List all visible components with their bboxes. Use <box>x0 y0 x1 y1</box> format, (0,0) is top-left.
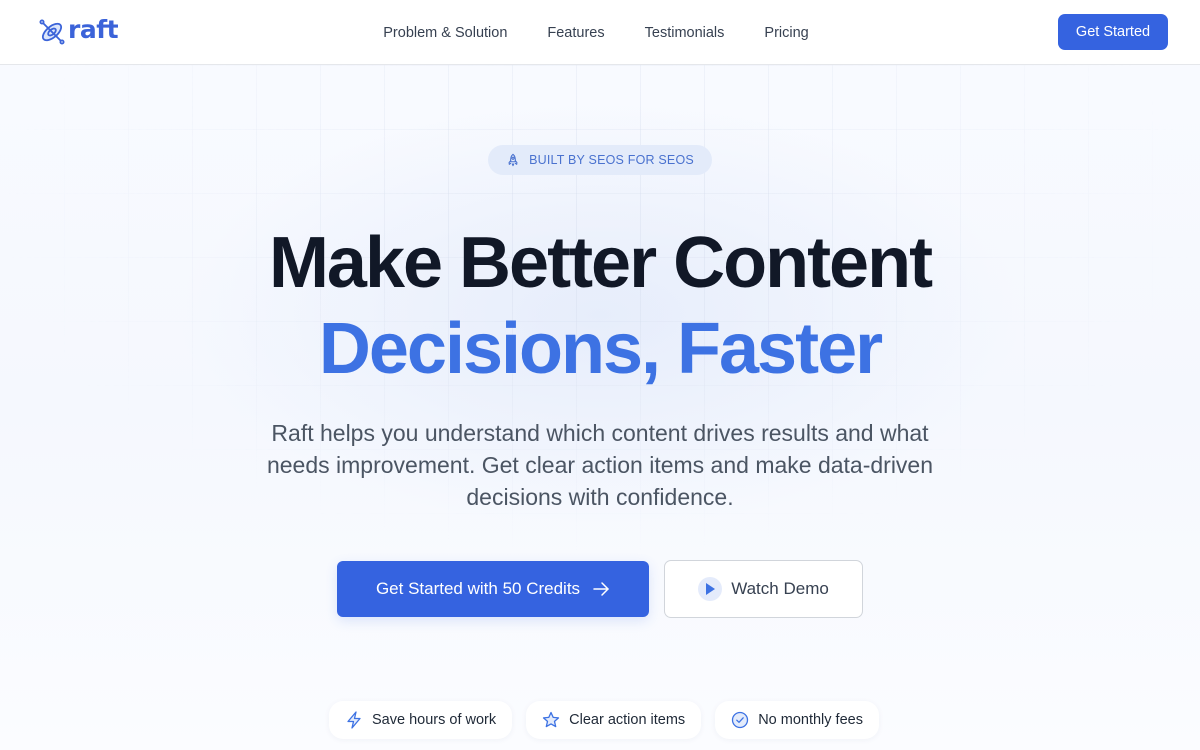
arrow-right-icon <box>593 582 609 596</box>
rocket-icon <box>508 153 518 167</box>
kayak-icon <box>39 19 65 45</box>
nav-link-testimonials[interactable]: Testimonials <box>645 25 725 41</box>
hero-headline: Make Better Content Decisions, Faster <box>0 220 1200 392</box>
feature-item-save-hours: Save hours of work <box>329 701 513 739</box>
header-get-started-button[interactable]: Get Started <box>1058 14 1168 50</box>
nav-link-pricing[interactable]: Pricing <box>764 25 808 41</box>
feature-item-no-monthly-fees: No monthly fees <box>715 701 879 739</box>
feature-label: Save hours of work <box>372 712 497 728</box>
nav-link-features[interactable]: Features <box>547 25 604 41</box>
watch-demo-label: Watch Demo <box>731 579 829 598</box>
hero-section: BUILT BY SEOS FOR SEOS Make Better Conte… <box>0 65 1200 750</box>
logo-text: raft <box>68 15 119 44</box>
get-started-credits-label: Get Started with 50 Credits <box>375 579 581 598</box>
play-circle <box>698 577 723 601</box>
check-circle-icon <box>732 711 749 729</box>
main-nav: Problem & Solution Features Testimonials… <box>0 0 1200 65</box>
watch-demo-button[interactable]: Watch Demo <box>664 560 863 618</box>
get-started-credits-button[interactable]: Get Started with 50 Credits <box>337 561 649 617</box>
nav-link-problem-solution[interactable]: Problem & Solution <box>383 25 507 41</box>
site-header: raft Problem & Solution Features Testimo… <box>0 0 1200 65</box>
star-icon <box>542 711 560 728</box>
play-icon <box>706 583 716 595</box>
hero-subtext: Raft helps you understand which content … <box>266 420 934 510</box>
feature-item-clear-actions: Clear action items <box>526 701 702 739</box>
logo[interactable]: raft <box>38 15 119 48</box>
lightning-icon <box>347 711 361 729</box>
feature-label: No monthly fees <box>758 712 863 728</box>
headline-line-2: Decisions, Faster <box>318 309 883 389</box>
feature-label: Clear action items <box>569 712 686 728</box>
feature-list: Save hours of work Clear action items No… <box>0 701 1200 739</box>
hero-badge: BUILT BY SEOS FOR SEOS <box>488 145 712 175</box>
badge-text: BUILT BY SEOS FOR SEOS <box>529 153 694 167</box>
headline-line-1: Make Better Content <box>268 223 933 303</box>
